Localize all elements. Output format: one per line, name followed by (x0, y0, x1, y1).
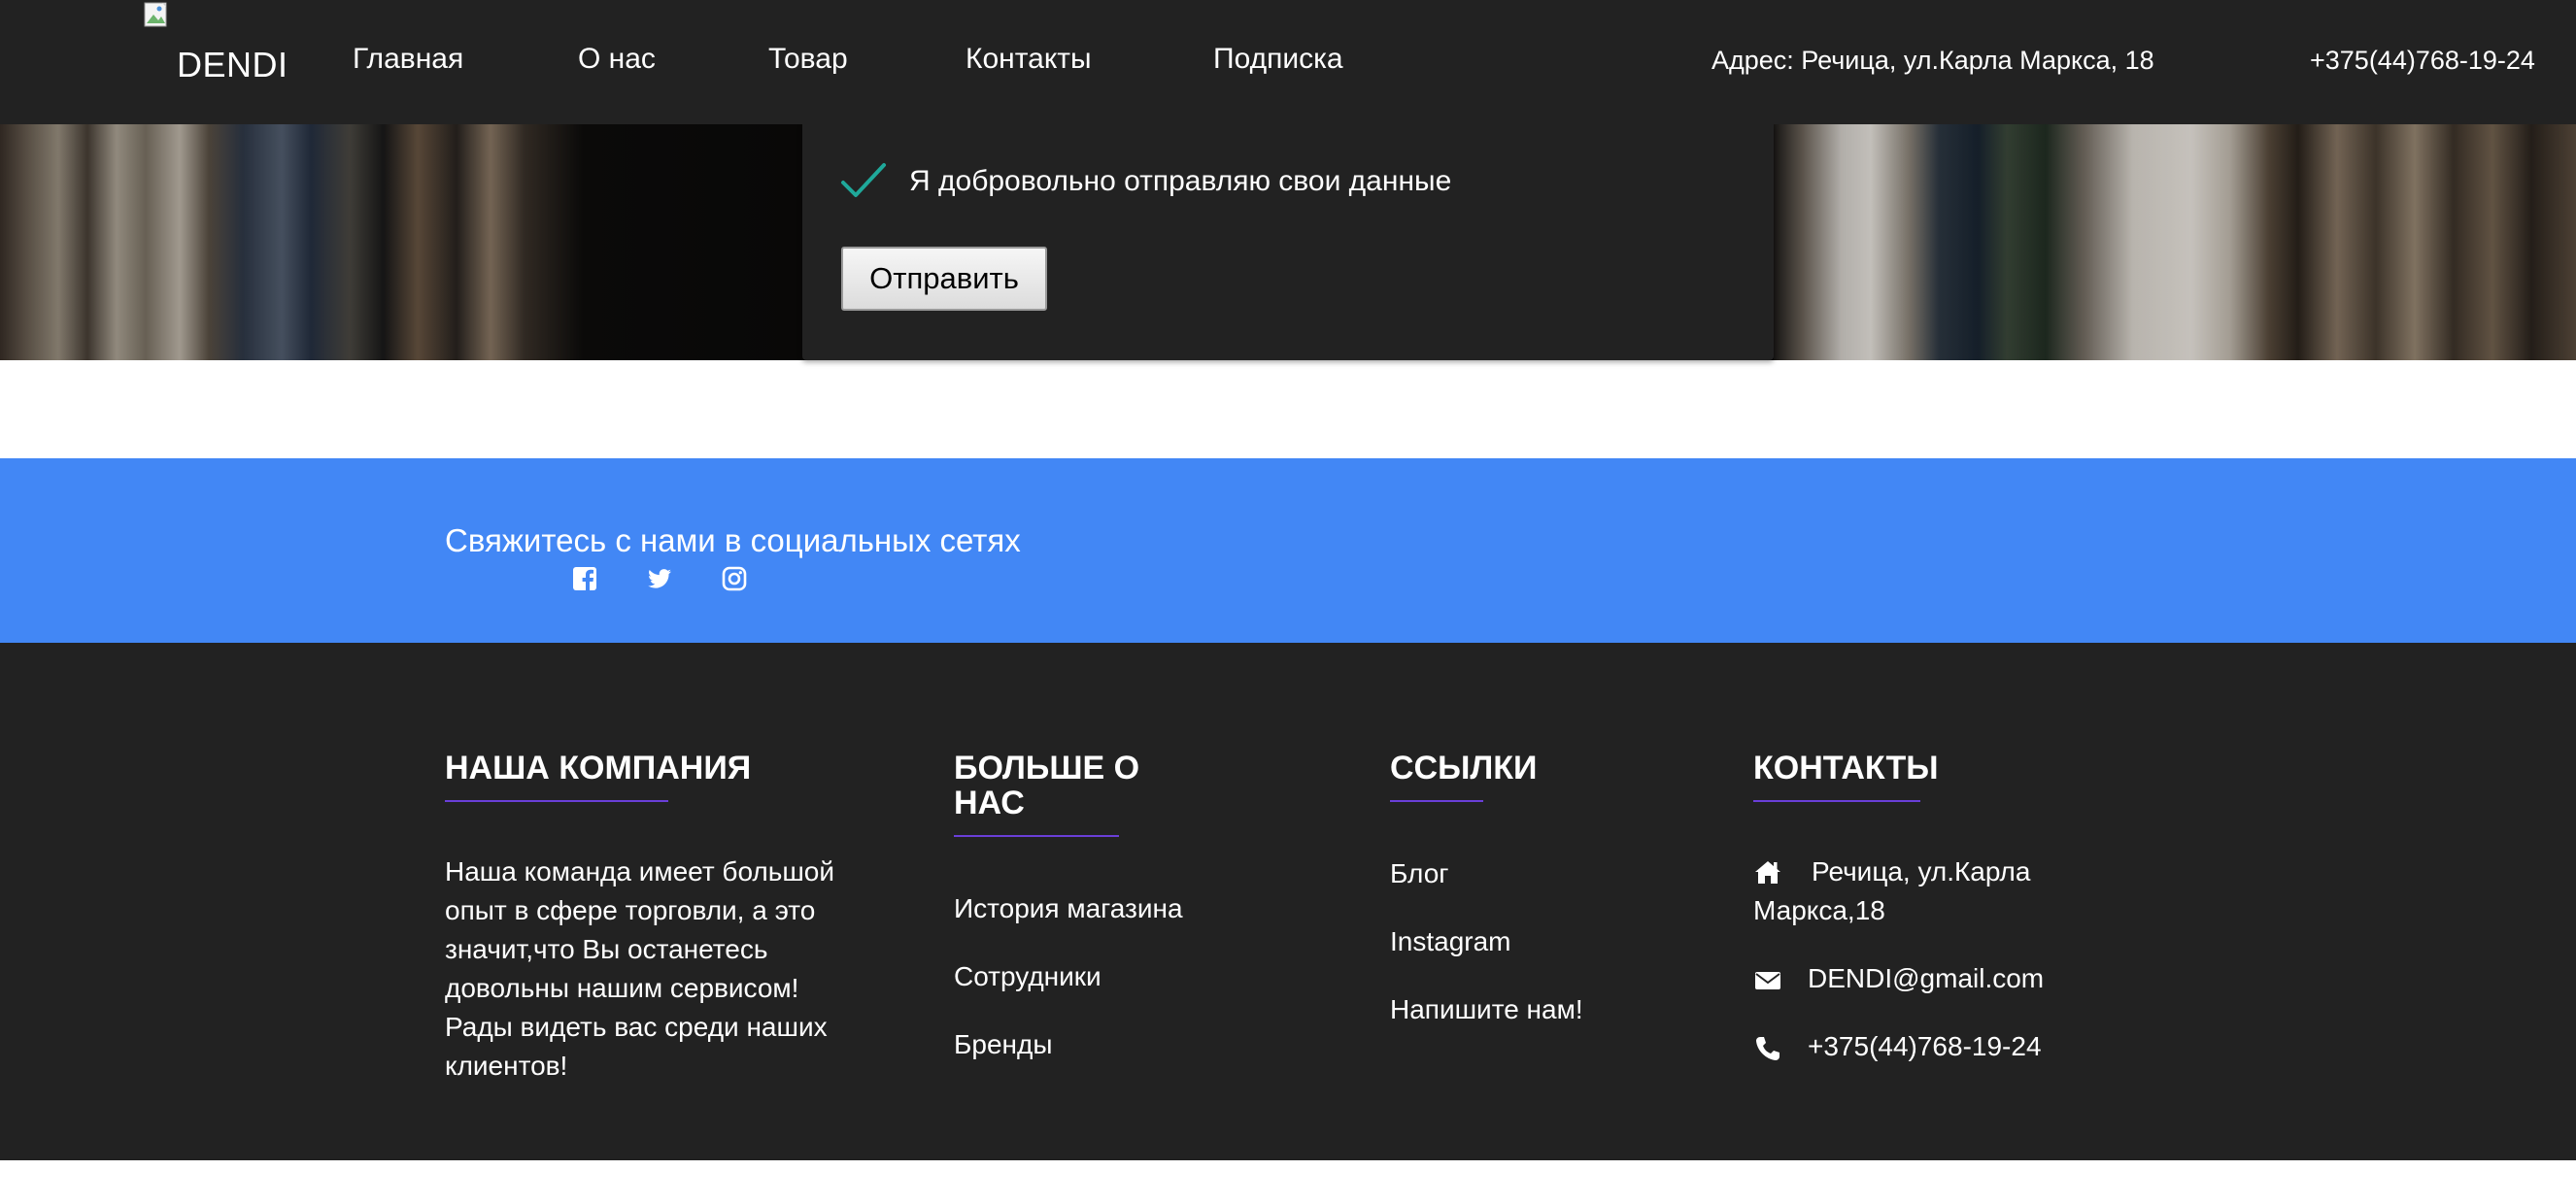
nav-contacts[interactable]: Контакты (966, 43, 1092, 76)
heading-underline (1390, 800, 1483, 802)
submit-button[interactable]: Отправить (841, 247, 1047, 311)
header-phone[interactable]: +375(44)768-19-24 (2310, 46, 2535, 76)
footer-about-heading: БОЛЬШЕ О НАС (954, 750, 1140, 821)
checkmark-icon[interactable] (839, 161, 888, 200)
heading-underline (445, 800, 668, 802)
footer-company-heading: НАША КОМПАНИЯ (445, 750, 752, 786)
header-address: Адрес: Речица, ул.Карла Маркса, 18 (1712, 46, 2154, 75)
phone-icon (1756, 1037, 1779, 1060)
twitter-icon[interactable] (646, 565, 673, 592)
heading-underline (954, 835, 1119, 837)
footer-contact-email[interactable]: DENDI@gmail.com (1808, 963, 2044, 994)
logo-text[interactable]: DENDI (177, 45, 288, 85)
broken-image-icon (144, 2, 167, 27)
instagram-icon[interactable] (721, 565, 748, 592)
logo[interactable]: DENDI (144, 2, 309, 89)
footer-link-history[interactable]: История магазина (954, 893, 1183, 924)
footer-company-text: Наша команда имеет большой опыт в сфере … (445, 856, 835, 1081)
consent-label: Я добровольно отправляю свои данные (909, 165, 1452, 197)
nav-about[interactable]: О нас (578, 43, 656, 76)
footer-contact-address: Речица, ул.Карла Маркса,18 (1753, 856, 2031, 925)
footer-contact-phone[interactable]: +375(44)768-19-24 (1808, 1031, 2042, 1062)
nav-subscription[interactable]: Подписка (1213, 43, 1343, 76)
site-header: DENDI Главная О нас Товар Контакты Подпи… (0, 0, 2576, 124)
social-title: Свяжитесь с нами в социальных сетях (445, 522, 1021, 558)
footer-link-instagram[interactable]: Instagram (1390, 926, 1511, 957)
site-footer: НАША КОМПАНИЯ Наша команда имеет большой… (0, 643, 2576, 1160)
social-section: Свяжитесь с нами в социальных сетях (0, 458, 2576, 643)
nav-products[interactable]: Товар (768, 43, 848, 76)
heading-underline (1753, 800, 1920, 802)
footer-link-brands[interactable]: Бренды (954, 1029, 1052, 1060)
footer-link-blog[interactable]: Блог (1390, 858, 1449, 889)
footer-contacts-heading: КОНТАКТЫ (1753, 750, 1939, 786)
nav-home[interactable]: Главная (353, 43, 463, 76)
footer-link-write-us[interactable]: Напишите нам! (1390, 994, 1583, 1025)
envelope-icon (1755, 972, 1780, 989)
footer-links-heading: ССЫЛКИ (1390, 750, 1538, 786)
facebook-icon[interactable] (571, 565, 598, 592)
contact-form: Я добровольно отправляю свои данные Отпр… (802, 124, 1774, 360)
footer-link-staff[interactable]: Сотрудники (954, 961, 1102, 992)
